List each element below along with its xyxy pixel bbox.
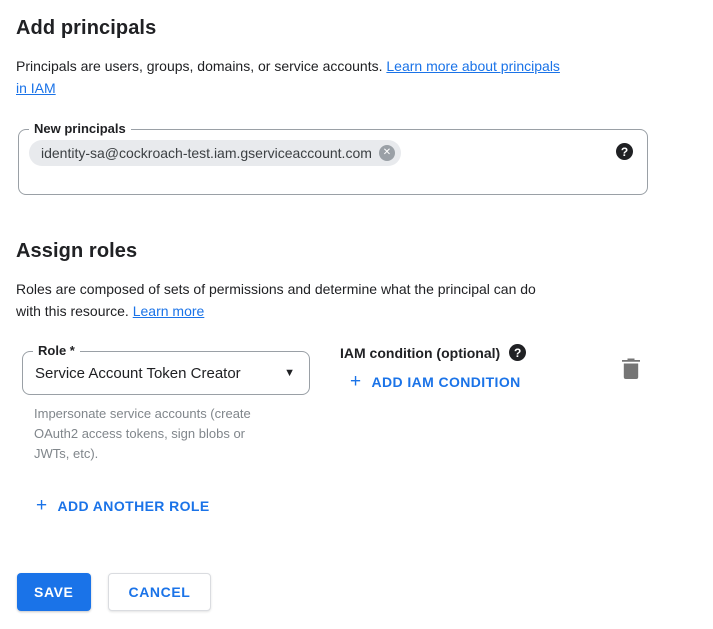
add-iam-condition-label: ADD IAM CONDITION	[372, 374, 521, 390]
principal-chip-value: identity-sa@cockroach-test.iam.gservicea…	[41, 145, 372, 161]
role-select-label: Role *	[33, 343, 80, 359]
learn-more-principals-link[interactable]: Learn more about principals	[386, 58, 560, 74]
add-another-role-label: ADD ANOTHER ROLE	[58, 498, 210, 514]
iam-condition-label-row: IAM condition (optional) ?	[340, 344, 526, 361]
new-principals-label: New principals	[29, 121, 131, 137]
cancel-button[interactable]: CANCEL	[108, 573, 212, 611]
learn-more-roles-link[interactable]: Learn more	[133, 303, 205, 319]
learn-more-principals-link-wrap[interactable]: in IAM	[16, 80, 56, 96]
role-helper-line: Impersonate service accounts (create	[34, 404, 310, 424]
assign-roles-title: Assign roles	[16, 239, 697, 263]
save-button[interactable]: SAVE	[17, 573, 91, 611]
add-principals-panel: Add principals Principals are users, gro…	[0, 0, 713, 627]
plus-icon: +	[350, 374, 362, 390]
delete-role-column	[622, 351, 697, 382]
chevron-down-icon: ▼	[284, 368, 295, 379]
roles-description-line2: with this resource.	[16, 303, 133, 319]
iam-condition-label: IAM condition (optional)	[340, 345, 500, 361]
add-iam-condition-button[interactable]: + ADD IAM CONDITION	[350, 374, 521, 390]
action-buttons: SAVE CANCEL	[17, 573, 697, 611]
new-principals-field[interactable]: New principals identity-sa@cockroach-tes…	[18, 129, 648, 195]
role-select[interactable]: Role * Service Account Token Creator ▼	[22, 351, 310, 395]
principals-description-text: Principals are users, groups, domains, o…	[16, 58, 386, 74]
principal-chip: identity-sa@cockroach-test.iam.gservicea…	[29, 140, 401, 166]
page-title: Add principals	[16, 16, 697, 40]
role-assignment-row: Role * Service Account Token Creator ▼ I…	[16, 351, 697, 464]
role-select-value: Service Account Token Creator	[35, 365, 241, 382]
roles-description-line1: Roles are composed of sets of permission…	[16, 281, 536, 297]
iam-condition-column: IAM condition (optional) ? + ADD IAM CON…	[340, 351, 526, 392]
role-helper-text: Impersonate service accounts (create OAu…	[34, 404, 310, 464]
delete-role-button[interactable]	[622, 358, 640, 382]
roles-description: Roles are composed of sets of permission…	[16, 278, 697, 322]
trash-icon	[622, 358, 640, 379]
add-another-role-button[interactable]: + ADD ANOTHER ROLE	[36, 498, 210, 514]
iam-condition-help-icon[interactable]: ?	[509, 344, 526, 361]
new-principals-help-icon[interactable]: ?	[616, 143, 633, 160]
chip-remove-icon[interactable]: ✕	[379, 145, 395, 161]
role-helper-line: OAuth2 access tokens, sign blobs or	[34, 424, 310, 444]
role-column: Role * Service Account Token Creator ▼ I…	[22, 351, 310, 464]
principals-description: Principals are users, groups, domains, o…	[16, 55, 697, 99]
role-helper-line: JWTs, etc).	[34, 444, 310, 464]
plus-icon: +	[36, 498, 48, 514]
